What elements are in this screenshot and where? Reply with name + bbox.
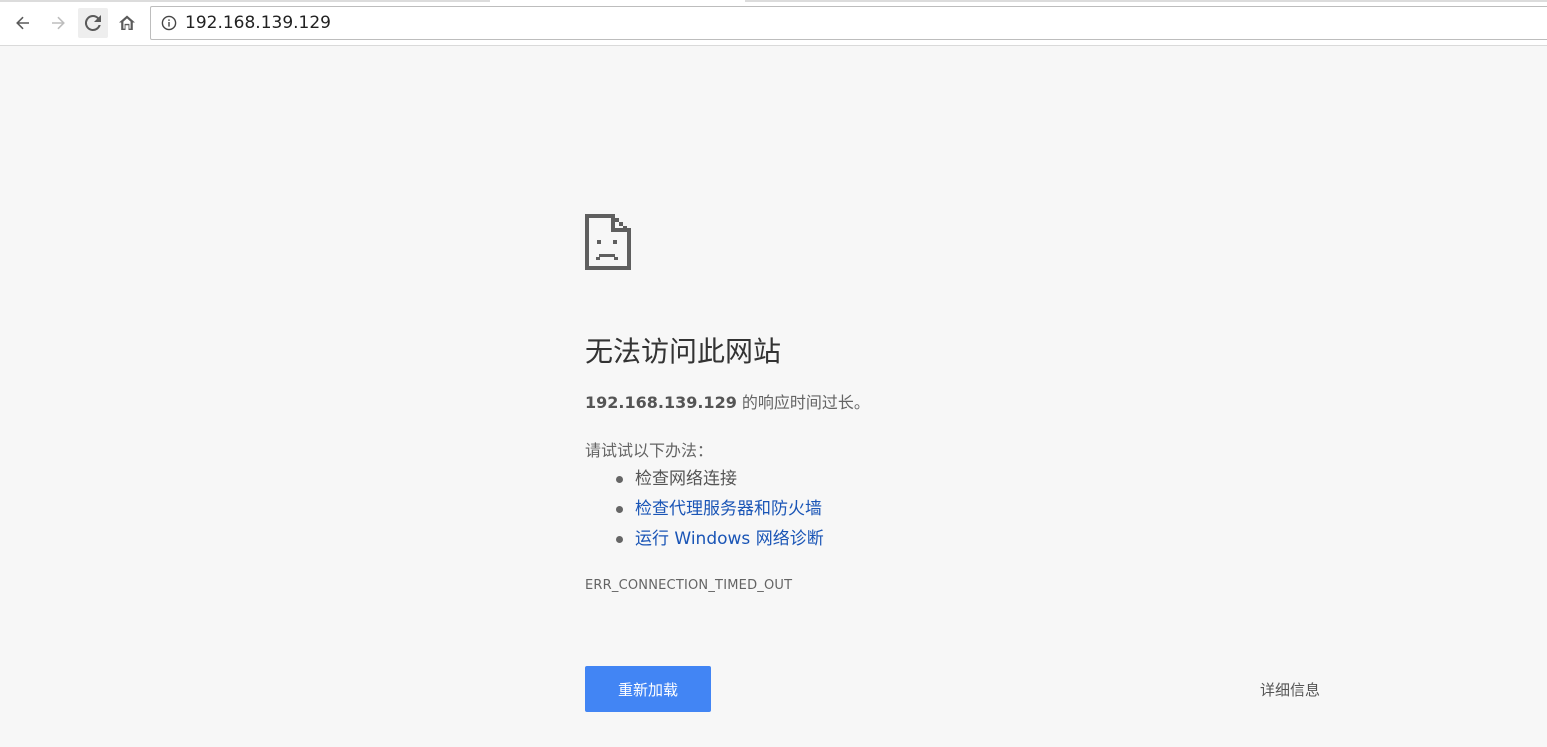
info-icon[interactable] (160, 14, 178, 32)
reload-icon (84, 14, 101, 31)
error-code: ERR_CONNECTION_TIMED_OUT (585, 578, 793, 593)
suggestion-check-connection: 检查网络连接 (585, 467, 824, 497)
suggestion-windows-diagnostics-link[interactable]: 运行 Windows 网络诊断 (585, 527, 824, 557)
home-button[interactable] (112, 8, 142, 38)
suggestions-header: 请试试以下办法： (585, 441, 714, 460)
error-host: 192.168.139.129 (585, 393, 737, 412)
error-summary-text: 的响应时间过长。 (736, 393, 870, 412)
error-title: 无法访问此网站 (585, 335, 782, 368)
suggestions-list: 检查网络连接 检查代理服务器和防火墙 运行 Windows 网络诊断 (585, 467, 824, 557)
reload-button[interactable] (78, 8, 108, 38)
error-summary: 192.168.139.129 的响应时间过长。 (585, 389, 870, 413)
forward-button[interactable] (43, 8, 73, 38)
sad-page-icon (585, 214, 631, 270)
browser-toolbar (0, 0, 1547, 46)
url-input[interactable] (185, 13, 1485, 33)
address-bar[interactable] (150, 6, 1547, 40)
back-button[interactable] (8, 8, 38, 38)
arrow-right-icon (52, 16, 65, 30)
active-tab-edge (490, 0, 745, 2)
arrow-left-icon (16, 16, 29, 30)
tab-strip-edge (0, 0, 1547, 2)
reload-page-button[interactable]: 重新加载 (585, 666, 711, 712)
suggestion-check-proxy-link[interactable]: 检查代理服务器和防火墙 (585, 497, 824, 527)
home-icon (119, 15, 135, 30)
details-button[interactable]: 详细信息 (1260, 679, 1320, 700)
